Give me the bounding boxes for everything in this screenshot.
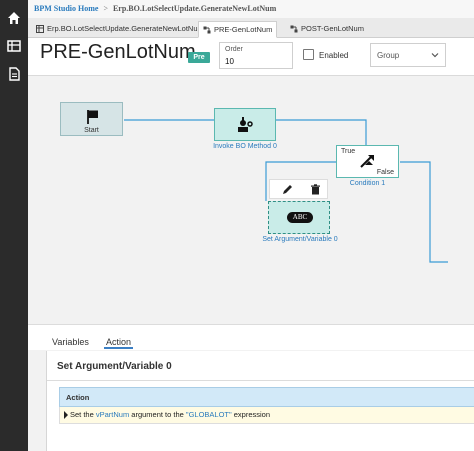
grid-icon[interactable] — [6, 38, 22, 54]
breadcrumb-current: Erp.BO.LotSelectUpdate.GenerateNewLotNum — [112, 4, 277, 13]
home-icon[interactable] — [6, 10, 22, 26]
panel-title: Set Argument/Variable 0 — [57, 361, 172, 372]
tab-label: POST-GenLotNum — [301, 24, 364, 33]
properties-pane: Set Argument/Variable 0 Action Set the v… — [46, 351, 474, 451]
breadcrumb-home-link[interactable]: BPM Studio Home — [34, 4, 98, 13]
tab-variables[interactable]: Variables — [50, 337, 91, 347]
table-icon — [36, 25, 44, 34]
start-label: Start — [84, 127, 99, 134]
directive-header: PRE-GenLotNum Pre Order 10 Enabled Group — [28, 38, 474, 76]
group-select[interactable]: Group — [370, 43, 446, 67]
row-text-mid: argument to the — [129, 410, 186, 419]
tab-post-genlotnum[interactable]: POST-GenLotNum — [286, 21, 368, 38]
action-table: Action Set the vPartNum argument to the … — [59, 387, 474, 424]
left-sidebar — [0, 0, 28, 451]
tab-label: PRE-GenLotNum — [214, 25, 273, 34]
invoke-label: Invoke BO Method 0 — [213, 143, 277, 150]
row-variable-link[interactable]: vPartNum — [96, 410, 129, 419]
tab-method[interactable]: Erp.BO.LotSelectUpdate.GenerateNewLotNum — [32, 21, 208, 38]
row-expression-link[interactable]: "GLOBALOT" — [186, 410, 232, 419]
set-argument-node-box[interactable]: ABC — [268, 201, 330, 234]
start-node-box[interactable]: Start — [60, 102, 123, 136]
page-title: PRE-GenLotNum — [40, 41, 196, 63]
table-row[interactable]: Set the vPartNum argument to the "GLOBAL… — [59, 407, 474, 424]
workflow-icon — [203, 26, 211, 34]
tab-action[interactable]: Action — [104, 337, 134, 349]
node-toolbar — [269, 179, 328, 199]
table-header: Action — [59, 387, 474, 407]
chevron-down-icon — [431, 53, 439, 58]
flag-icon — [87, 110, 98, 124]
invoke-node-box[interactable] — [214, 108, 276, 141]
row-indicator-icon — [64, 411, 68, 420]
workflow-icon — [290, 25, 298, 33]
enabled-checkbox[interactable] — [303, 49, 314, 60]
condition-arrows-icon — [360, 155, 374, 168]
breadcrumb: BPM Studio Home > Erp.BO.LotSelectUpdate… — [28, 0, 474, 18]
panel-header: Set Argument/Variable 0 — [47, 351, 474, 381]
condition-label: Condition 1 — [349, 180, 386, 187]
trash-icon[interactable] — [310, 184, 321, 195]
panel-divider[interactable] — [28, 324, 474, 336]
order-value[interactable]: 10 — [225, 57, 234, 66]
group-placeholder: Group — [377, 51, 400, 60]
condition-false-label: False — [376, 169, 394, 176]
document-icon[interactable] — [6, 66, 22, 82]
condition-true-label: True — [341, 148, 356, 155]
row-text-post: expression — [231, 410, 271, 419]
row-text-pre: Set the — [70, 410, 96, 419]
bottom-tabs: Variables Action — [28, 336, 474, 350]
pre-badge: Pre — [188, 52, 210, 63]
edit-icon[interactable] — [282, 184, 293, 195]
tab-label: Erp.BO.LotSelectUpdate.GenerateNewLotNum — [47, 24, 204, 33]
document-tabs: Erp.BO.LotSelectUpdate.GenerateNewLotNum… — [28, 18, 474, 38]
order-label: Order — [225, 46, 243, 53]
robot-arm-icon — [238, 117, 253, 132]
abc-icon: ABC — [287, 212, 313, 223]
workflow-canvas[interactable]: Start Invoke BO Method 0 True False Cond… — [28, 77, 474, 325]
condition-node-box[interactable]: True False — [336, 145, 399, 178]
enabled-label: Enabled — [319, 51, 349, 60]
breadcrumb-separator: > — [103, 4, 108, 13]
tab-pre-genlotnum[interactable]: PRE-GenLotNum — [198, 21, 278, 38]
set-argument-label: Set Argument/Variable 0 — [262, 236, 338, 243]
order-field[interactable]: Order 10 — [219, 42, 293, 69]
